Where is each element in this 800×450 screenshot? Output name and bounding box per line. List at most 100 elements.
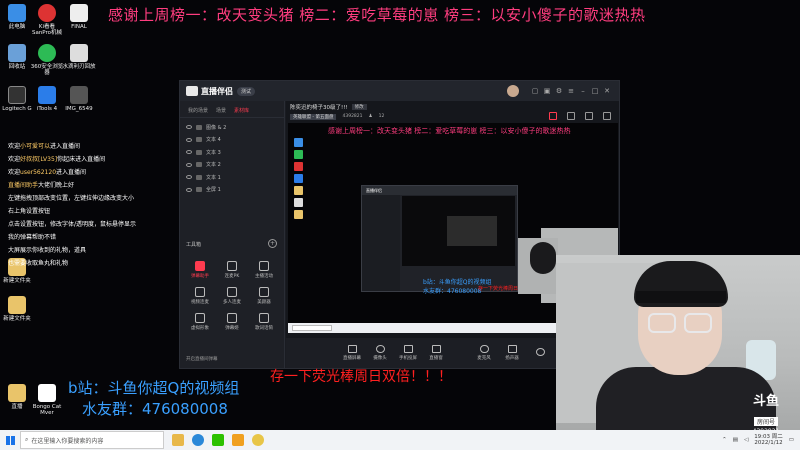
danmu-ji-icon — [227, 313, 237, 323]
tools-grid: 弹幕助手 连麦PK 主播活动 视频连麦 多人连麦 美颜器 虚拟形象 弹幕姬 歌词… — [184, 261, 280, 331]
desktop-icon-sanpro[interactable]: Ki看看 SanPro机械 — [30, 4, 64, 36]
start-button[interactable] — [0, 430, 20, 450]
source-row[interactable]: 文本 2 — [180, 159, 284, 172]
tool-beauty[interactable]: 美颜器 — [248, 287, 280, 305]
danmu-toggle[interactable]: 开启直播间弹幕 — [186, 356, 218, 362]
chevron-up-icon[interactable]: ⌃ — [722, 437, 727, 443]
avatar[interactable] — [507, 85, 519, 97]
add-tool-icon[interactable]: + — [268, 239, 277, 248]
room-id: 4392821 — [342, 114, 363, 119]
qq-group-overlay-text: 水友群：476080008 — [82, 400, 228, 418]
notification-icon[interactable]: ▭ — [789, 437, 794, 443]
layout-icon[interactable] — [585, 112, 593, 120]
source-row[interactable]: 文本 3 — [180, 146, 284, 159]
gift-icon[interactable]: ▣ — [541, 87, 553, 95]
chat-line: 欢迎user562120进入直播间 — [8, 169, 87, 176]
window-capture-button[interactable]: 直播窗 — [426, 345, 446, 361]
video-icon — [195, 287, 205, 297]
tool-pk[interactable]: 连麦PK — [216, 261, 248, 279]
tab-my-scenes[interactable]: 我的场景 — [188, 107, 208, 114]
taskbar-search[interactable]: ⌕ 在这里输入你要搜索的内容 — [20, 431, 164, 449]
source-tabs: 我的场景 场景 素材库 — [180, 101, 284, 118]
menu-icon[interactable]: ≡ — [565, 87, 577, 95]
eye-icon[interactable] — [186, 162, 192, 167]
record-icon[interactable] — [549, 112, 557, 120]
tool-avatar[interactable]: 虚拟形象 — [184, 313, 216, 331]
chrome-icon[interactable] — [252, 434, 264, 446]
desktop-icon-itools[interactable]: iTools 4 — [30, 86, 64, 112]
chat-line: 欢迎小可爱可以进入直播间 — [8, 143, 81, 150]
desktop-icon-360-browser[interactable]: 360安全浏览器 — [30, 44, 64, 76]
tool-video-link[interactable]: 视频连麦 — [184, 287, 216, 305]
chat-line: 也需要收取鱼丸和礼物 — [8, 260, 69, 267]
source-row[interactable]: 文本 1 — [180, 171, 284, 184]
desktop-icon-live[interactable]: 直播 — [0, 384, 34, 410]
file-explorer-icon[interactable] — [172, 434, 184, 446]
window-icon[interactable] — [567, 112, 575, 120]
douyu-watermark: 斗鱼 房间号 4392821 — [736, 390, 796, 430]
eye-icon[interactable] — [186, 150, 192, 155]
edge-icon[interactable] — [192, 434, 204, 446]
danmu-icon — [195, 261, 205, 271]
maximize-icon[interactable]: □ — [589, 87, 601, 95]
streaming-app-window: 直播伴侣 测试 ▢ ▣ ⚙ ≡ – □ ✕ 我的场景 场景 素材库 图像 & 2… — [179, 80, 620, 369]
folder-icon — [8, 296, 26, 314]
tool-danmu-assistant[interactable]: 弹幕助手 — [184, 261, 216, 279]
eye-icon[interactable] — [186, 175, 192, 180]
close-icon[interactable]: ✕ — [601, 87, 613, 95]
camera-button[interactable]: 摄像头 — [370, 345, 390, 361]
room-title-row: 陈奕迅的椅子30级了!!! 修改 — [286, 101, 619, 112]
window-icon — [431, 345, 441, 353]
douyu-app-icon[interactable] — [232, 434, 244, 446]
source-row[interactable]: 文本 4 — [180, 134, 284, 147]
category-tag[interactable]: 英雄联盟 - 第五面盘 — [290, 113, 337, 120]
desktop-icon-logitech[interactable]: Logitech G — [0, 86, 34, 112]
chat-line: 大屏展示你收到的礼物，道具 — [8, 247, 87, 254]
volume-icon[interactable]: ◁ — [744, 437, 748, 443]
desktop-icon-folder-2[interactable]: 新建文件夹 — [0, 296, 34, 322]
itools-icon — [38, 86, 56, 104]
tool-danmu-ji[interactable]: 弹幕姬 — [216, 313, 248, 331]
logitech-icon — [8, 86, 26, 104]
system-tray: ⌃ ▤ ◁ 19:03 周二 2022/1/12 ▭ — [722, 434, 800, 446]
tools-header: 工具箱 — [186, 242, 202, 248]
chat-line: 我的弹幕帮助不错 — [8, 234, 57, 241]
nested-app-preview: 直播伴侣 — [361, 185, 518, 292]
avatar-icon — [195, 313, 205, 323]
source-row[interactable]: 全屏 1 — [180, 184, 284, 197]
eye-icon[interactable] — [186, 187, 192, 192]
tool-activity[interactable]: 主播活动 — [248, 261, 280, 279]
eye-icon[interactable] — [186, 137, 192, 142]
speaker-button[interactable]: 扬声器 — [502, 345, 522, 361]
desktop-icon-this-pc[interactable]: 此电脑 — [0, 4, 34, 30]
desktop-icon-bongo-cat[interactable]: Bongo Cat Mver — [30, 384, 64, 416]
app-sidebar: 我的场景 场景 素材库 图像 & 2 文本 4 文本 3 文本 2 文本 1 全… — [180, 101, 285, 368]
minimize-icon[interactable]: – — [577, 87, 589, 95]
desktop-icon-final[interactable]: FINAL — [62, 4, 96, 30]
share-icon[interactable] — [603, 112, 611, 120]
pk-icon — [227, 261, 237, 271]
microphone-button[interactable]: 麦克风 — [474, 345, 494, 361]
tab-assets[interactable]: 素材库 — [234, 107, 249, 114]
message-icon[interactable]: ▢ — [529, 87, 541, 95]
desktop-icon-replay[interactable]: 水滴利刃回放 — [62, 44, 96, 70]
tab-scenes[interactable]: 场景 — [216, 107, 226, 114]
network-icon[interactable]: ▤ — [733, 437, 738, 443]
modify-title-button[interactable]: 修改 — [351, 103, 367, 110]
version-badge[interactable]: 测试 — [237, 86, 256, 96]
clock[interactable]: 19:03 周二 2022/1/12 — [754, 434, 783, 446]
desktop-icon-recycle-bin[interactable]: 回收站 — [0, 44, 34, 70]
text-icon — [196, 174, 202, 180]
phone-cast-button[interactable]: 手机投屏 — [398, 345, 418, 361]
desktop-icon-img[interactable]: IMG_6549 — [62, 86, 96, 112]
record-toggle[interactable] — [530, 348, 550, 358]
wechat-icon[interactable] — [212, 434, 224, 446]
source-row[interactable]: 图像 & 2 — [180, 121, 284, 134]
thanks-banner: 感谢上周榜一：改天变头猪 榜二：爱吃草莓的崽 榜三：以安小傻子的歌迷热热 — [108, 6, 646, 24]
tool-multi-link[interactable]: 多人连麦 — [216, 287, 248, 305]
app-icon — [38, 4, 56, 22]
tool-lyrics[interactable]: 歌词话筒 — [248, 313, 280, 331]
screen-capture-button[interactable]: 直播屏幕 — [342, 345, 362, 361]
eye-icon[interactable] — [186, 125, 192, 130]
settings-icon[interactable]: ⚙ — [553, 87, 565, 95]
